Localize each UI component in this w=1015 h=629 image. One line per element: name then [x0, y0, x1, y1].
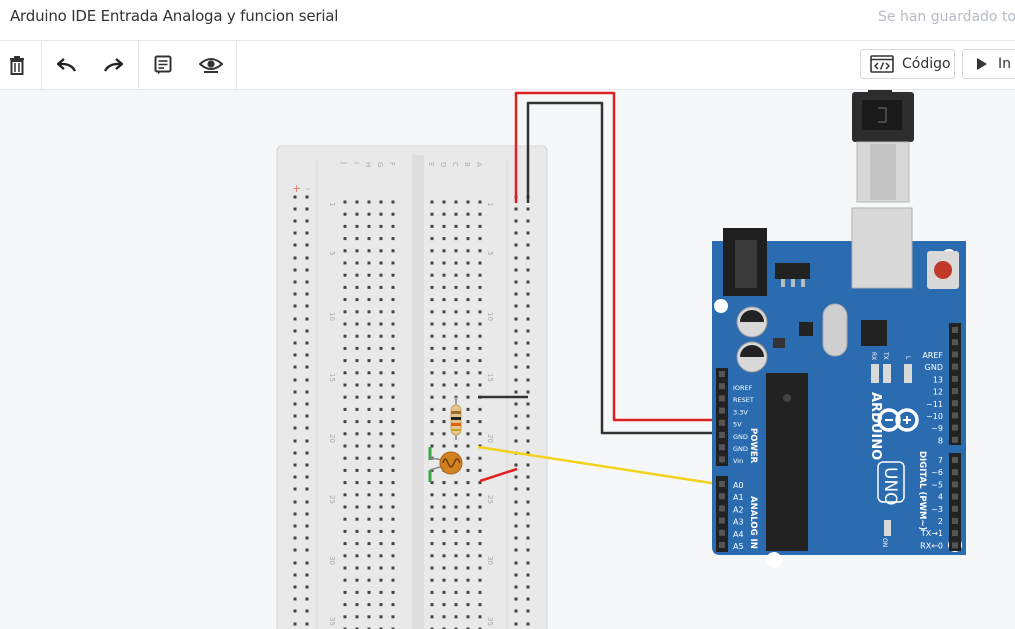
row-number: 5: [328, 251, 336, 255]
column-letter: A: [475, 162, 483, 167]
column-letter: C: [451, 162, 459, 167]
play-icon: [977, 58, 987, 70]
row-number: 1: [486, 202, 494, 206]
row-number: 30: [328, 556, 336, 565]
pin-label: GND: [925, 363, 943, 372]
notes-button[interactable]: [149, 51, 177, 79]
code-button-label: Código: [902, 56, 951, 72]
board-brand: ARDUINO: [868, 392, 883, 460]
row-number: 20: [328, 434, 336, 443]
redo-button[interactable]: [99, 51, 127, 79]
row-number: 25: [328, 495, 336, 504]
pin-label: GND: [733, 433, 748, 441]
pin-label: RX←0: [920, 541, 943, 550]
start-simulation-button[interactable]: In: [962, 49, 1015, 79]
column-letter: D: [439, 162, 447, 167]
arduino-uno[interactable]: ARDUINO UNO POWER ANALOG IN DIGITAL (PWM…: [712, 207, 966, 568]
row-number: 10: [486, 312, 494, 321]
trash-icon: [10, 56, 24, 75]
column-letter: J: [340, 161, 348, 164]
save-status: Se han guardado to: [878, 9, 1015, 25]
usb-cable: [852, 90, 914, 203]
row-number: 30: [486, 556, 494, 565]
pin-label: A5: [733, 542, 744, 551]
toolbar: Código In: [0, 41, 1015, 90]
toolbar-divider: [41, 41, 42, 89]
row-number: 35: [486, 617, 494, 626]
pin-label: 3.3V: [733, 408, 748, 416]
pin-label: ~6: [931, 468, 943, 477]
column-letter: E: [427, 162, 435, 166]
on-led-label: ON: [881, 538, 888, 547]
pin-label: 2: [938, 517, 943, 526]
pin-label: 5V: [733, 421, 742, 429]
row-number: 20: [486, 434, 494, 443]
circuit-svg: + - JIHGFEDCBA 1 15 510 1015 1520 2025 2530 303…: [276, 90, 966, 629]
undo-icon: [57, 58, 77, 72]
pin-label: Vin: [733, 457, 743, 465]
pin-label: 13: [933, 375, 943, 384]
pin-label: A2: [733, 505, 744, 514]
column-letter: I: [352, 162, 360, 164]
digital-label: DIGITAL (PWM~): [917, 451, 927, 531]
pin-label: A4: [733, 530, 744, 539]
breadboard[interactable]: + - JIHGFEDCBA 1 15 510 1015 1520 2025 2530 303…: [276, 145, 548, 629]
pin-label: ~3: [931, 505, 943, 514]
toolbar-divider: [236, 41, 237, 89]
delete-button[interactable]: [3, 51, 31, 79]
code-editor-icon: [870, 55, 894, 73]
column-letter: F: [388, 162, 396, 166]
toolbar-divider: [138, 41, 139, 89]
row-number: 5: [486, 251, 494, 255]
code-button[interactable]: Código: [860, 49, 955, 79]
row-number: 15: [486, 373, 494, 382]
column-letter: G: [376, 162, 384, 167]
breadboard-minus-label: -: [306, 182, 310, 195]
wire-gnd-black[interactable]: [526, 101, 726, 435]
pin-label: 7: [938, 456, 943, 465]
pin-label: A0: [733, 481, 744, 490]
pin-label: ~9: [931, 424, 943, 433]
breadboard-plus-label: +: [292, 182, 301, 195]
pin-label: ~11: [926, 400, 943, 409]
row-number: 10: [328, 312, 336, 321]
rx-led-label: RX: [870, 352, 877, 360]
column-letter: H: [364, 162, 372, 167]
row-number: 15: [328, 373, 336, 382]
project-title[interactable]: Arduino IDE Entrada Analoga y funcion se…: [10, 7, 338, 25]
row-number: 35: [328, 617, 336, 626]
redo-icon: [103, 58, 123, 72]
pin-label: 8: [938, 436, 943, 445]
board-model: UNO: [880, 467, 900, 506]
start-simulation-label: In: [998, 56, 1012, 72]
uno-badge: UNO: [877, 461, 905, 506]
pin-label: ~10: [926, 412, 943, 421]
notes-icon: [154, 55, 172, 75]
title-bar: Arduino IDE Entrada Analoga y funcion se…: [0, 0, 1015, 41]
pin-label: IOREF: [733, 384, 753, 392]
power-label: POWER: [748, 428, 758, 464]
visibility-button[interactable]: [197, 51, 225, 79]
row-number: 1: [328, 202, 336, 206]
eye-icon: [199, 58, 223, 73]
pin-label: AREF: [922, 351, 943, 360]
pin-label: A1: [733, 493, 744, 502]
pin-label: TX→1: [920, 529, 943, 538]
row-number: 25: [486, 495, 494, 504]
undo-button[interactable]: [53, 51, 81, 79]
pin-label: A3: [733, 518, 744, 527]
pin-label: 4: [938, 493, 943, 502]
column-letter: B: [463, 162, 471, 167]
circuit-canvas[interactable]: + - JIHGFEDCBA 1 1 5 5 10 10 15 15 20 20 25 25 30 30 3…: [0, 90, 1015, 629]
analog-in-label: ANALOG IN: [748, 496, 758, 549]
pin-label: GND: [733, 445, 748, 453]
tx-led-label: TX: [882, 351, 889, 360]
pin-label: 12: [933, 388, 943, 397]
pin-label: RESET: [733, 396, 754, 404]
pin-label: ~5: [931, 480, 943, 489]
